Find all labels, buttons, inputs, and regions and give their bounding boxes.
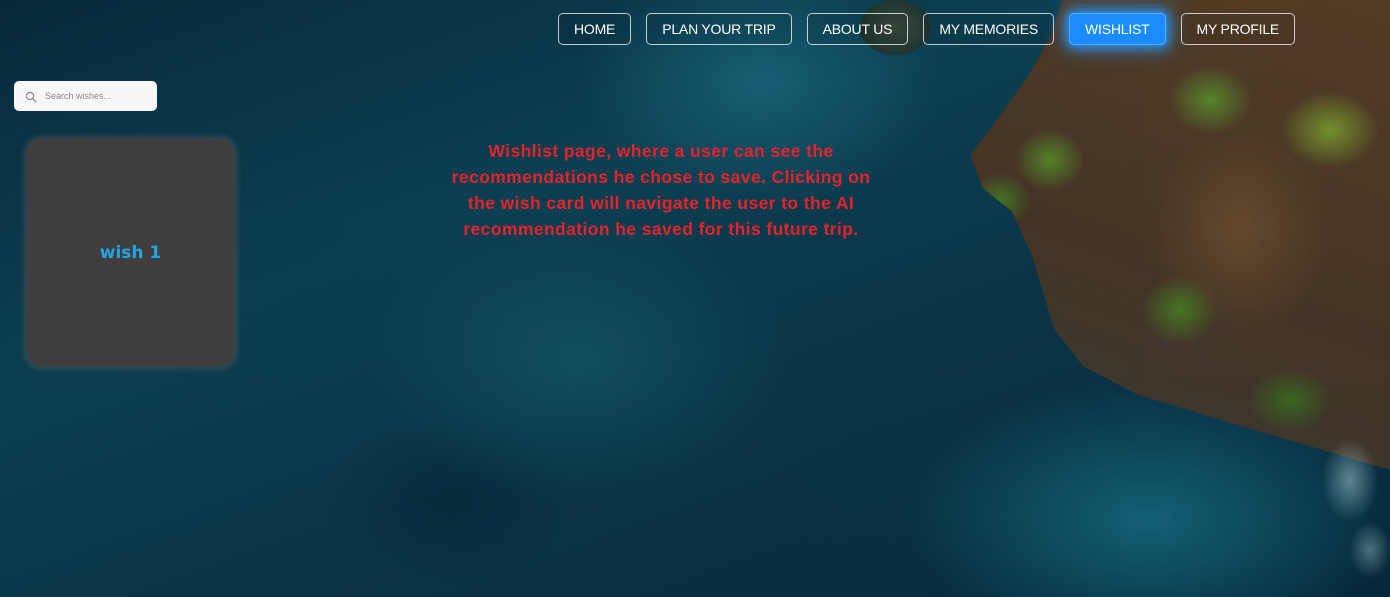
- nav-plan-trip-button[interactable]: PLAN YOUR TRIP: [646, 13, 792, 45]
- annotation-note: Wishlist page, where a user can see the …: [451, 141, 871, 239]
- wish-card[interactable]: wish 1: [27, 139, 234, 366]
- nav-my-memories-button[interactable]: MY MEMORIES: [923, 13, 1054, 45]
- nav-home-button[interactable]: HOME: [558, 13, 632, 45]
- wish-card-title: wish 1: [99, 242, 162, 263]
- main-nav: HOME PLAN YOUR TRIP ABOUT US MY MEMORIES…: [558, 13, 1296, 45]
- search-icon: [25, 90, 37, 103]
- search-input[interactable]: [45, 91, 145, 101]
- shore-foam: [1280, 420, 1390, 597]
- nav-wishlist-button[interactable]: WISHLIST: [1068, 13, 1166, 45]
- search-box: [14, 81, 157, 111]
- nav-my-profile-button[interactable]: MY PROFILE: [1180, 13, 1296, 45]
- nav-about-us-button[interactable]: ABOUT US: [806, 13, 909, 45]
